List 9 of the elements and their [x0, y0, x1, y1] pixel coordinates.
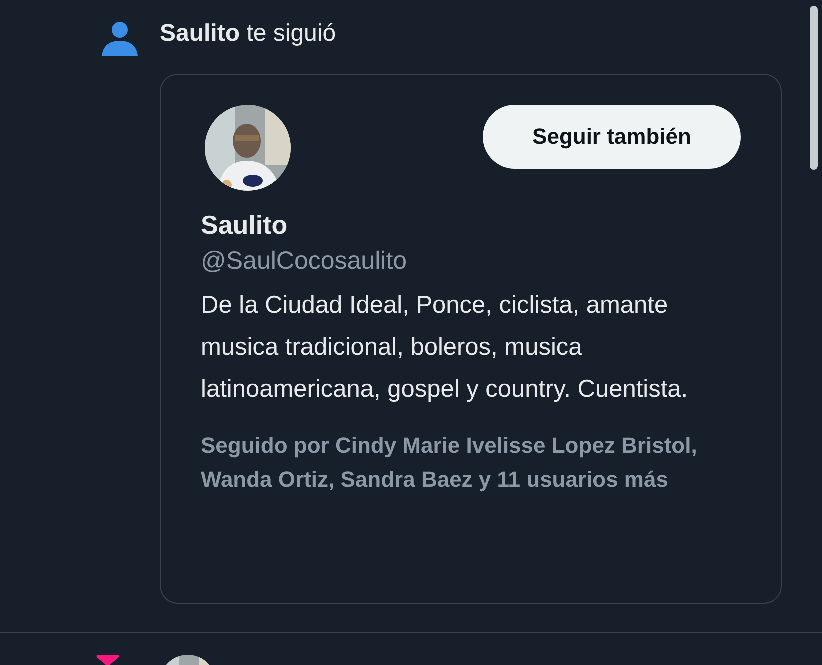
- profile-handle: @SaulCocosaulito: [201, 246, 408, 277]
- followed-by-text: Seguido por Cindy Marie Ivelisse Lopez Bristol, Wanda Ortiz, Sandra Baez y 11 usuarios más: [201, 432, 698, 494]
- notification-text: Saulito te siguió: [160, 19, 338, 49]
- profile-bio: De la Ciudad Ideal, Ponce, ciclista, amante musica tradicional, boleros, musica latinoamericana, gospel y country. Cuentista.: [201, 291, 690, 405]
- profile-card[interactable]: [160, 74, 782, 604]
- profile-name: Saulito: [201, 209, 289, 242]
- scrollbar[interactable]: [810, 6, 818, 170]
- follow-button[interactable]: Seguir también: [483, 105, 741, 169]
- person-icon: [102, 22, 138, 56]
